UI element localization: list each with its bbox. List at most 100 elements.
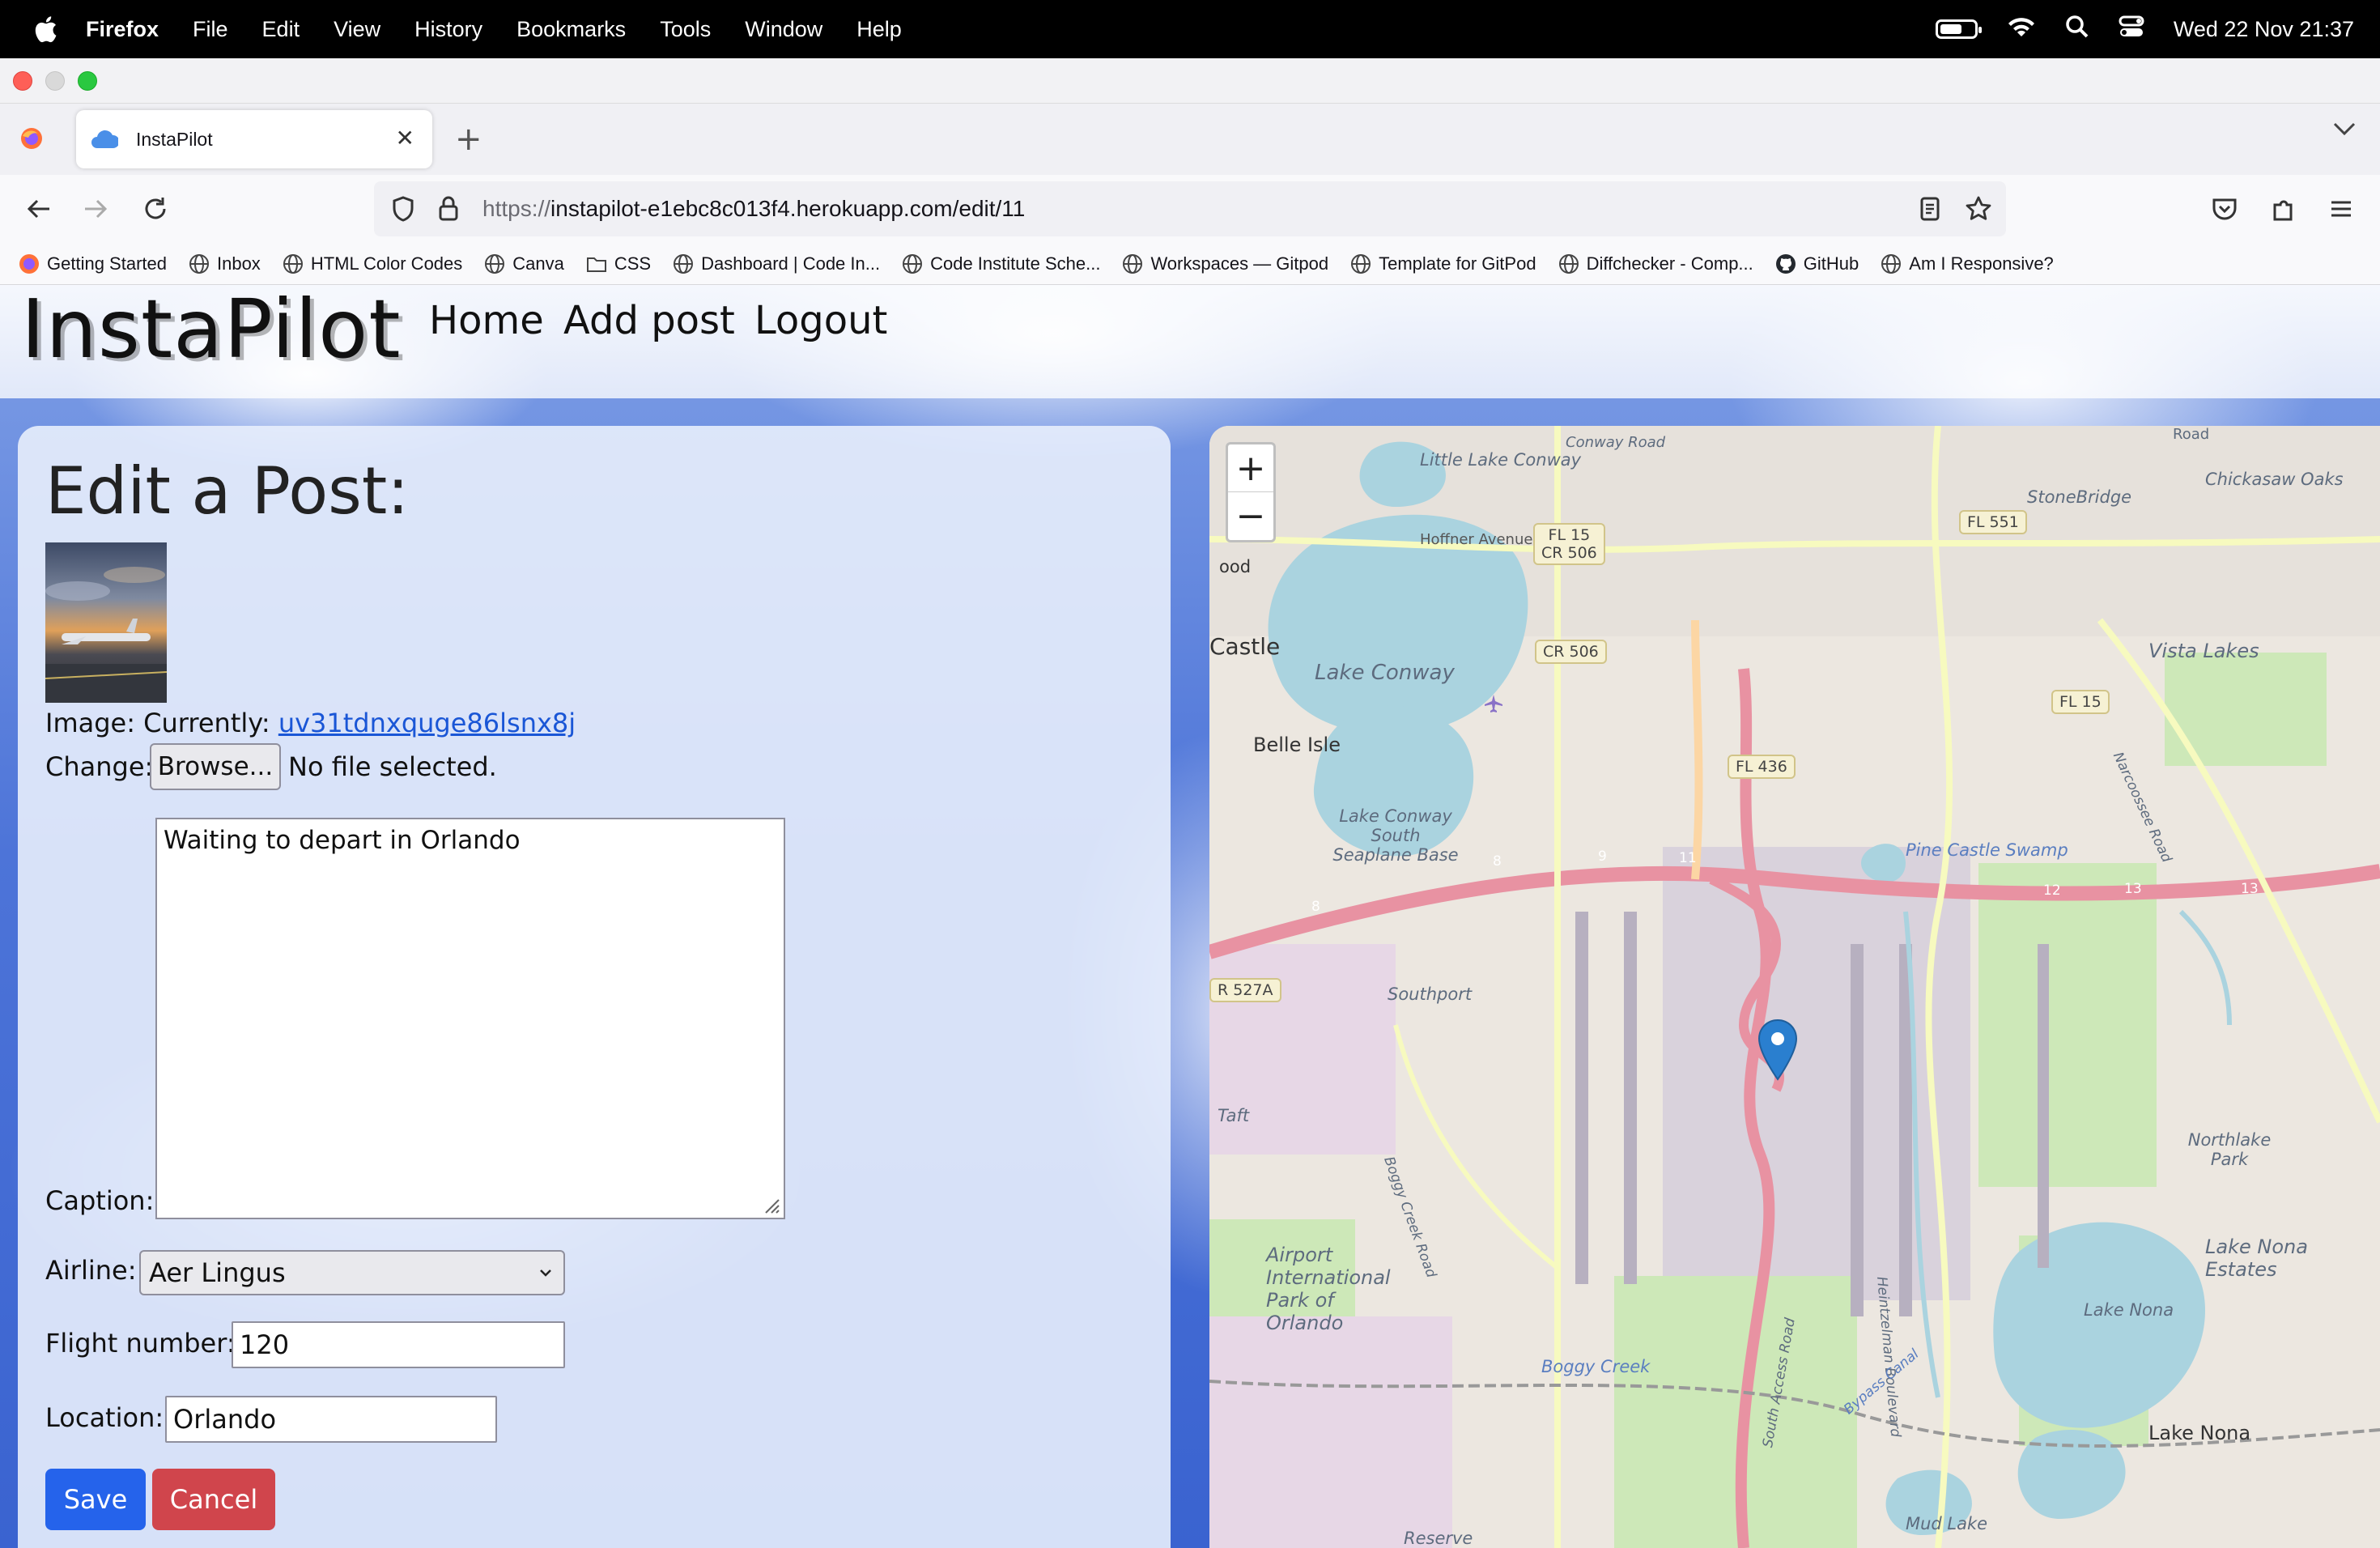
menu-help[interactable]: Help (856, 17, 902, 42)
close-window-button[interactable] (13, 71, 32, 91)
post-image-thumbnail[interactable] (45, 542, 167, 703)
cloud-favicon-icon (91, 130, 118, 148)
bookmark-label: CSS (614, 253, 652, 274)
bookmark-inbox[interactable]: Inbox (188, 253, 261, 275)
zoom-in-button[interactable]: + (1228, 444, 1273, 492)
save-button[interactable]: Save (45, 1469, 146, 1530)
battery-icon[interactable] (1935, 19, 1982, 39)
map-shield-cr506: CR 506 (1535, 640, 1607, 664)
pocket-icon[interactable] (2207, 191, 2242, 227)
firefox-view-icon[interactable] (19, 126, 44, 154)
bookmark-template-gitpod[interactable]: Template for GitPod (1349, 253, 1536, 275)
close-tab-icon[interactable]: ✕ (396, 126, 414, 151)
bookmark-folder-css[interactable]: CSS (585, 253, 651, 275)
page-viewport: InstaPilot Home Add post Logout Edit a P… (0, 285, 2380, 1548)
airline-selected-value: Aer Lingus (149, 1257, 286, 1288)
hamburger-menu-icon[interactable] (2323, 191, 2359, 227)
url-protocol: https:// (482, 196, 551, 221)
map-exit-8b: 8 (1311, 899, 1320, 915)
tab-instapilot[interactable]: InstaPilot ✕ (76, 110, 432, 168)
bookmark-star-icon[interactable] (1962, 193, 1995, 225)
globe-icon (1123, 253, 1143, 274)
menu-window[interactable]: Window (745, 17, 822, 42)
bookmark-am-i-responsive[interactable]: Am I Responsive? (1880, 253, 2054, 275)
nav-home[interactable]: Home (429, 298, 544, 343)
reader-view-icon[interactable] (1914, 193, 1946, 225)
bookmark-diffchecker[interactable]: Diffchecker - Comp... (1558, 253, 1753, 275)
back-arrow-icon[interactable] (21, 191, 57, 227)
map-shield-fl436: FL 436 (1728, 755, 1796, 779)
map-label-belle-isle: Belle Isle (1253, 734, 1341, 756)
map-zoom-control: + − (1226, 442, 1276, 542)
list-all-tabs-icon[interactable] (2333, 121, 2356, 139)
airline-label: Airline: (45, 1255, 137, 1286)
map-exit-9: 9 (1598, 848, 1607, 865)
bookmark-dashboard[interactable]: Dashboard | Code In... (672, 253, 880, 275)
cancel-button[interactable]: Cancel (152, 1469, 275, 1530)
globe-icon (283, 253, 303, 274)
globe-icon (189, 253, 209, 274)
minimize-window-button[interactable] (45, 71, 65, 91)
map-label-stonebridge: StoneBridge (2027, 487, 2132, 507)
menu-app-name[interactable]: Firefox (86, 17, 159, 42)
image-file-link[interactable]: uv31tdnxquge86lsnx8j (278, 708, 576, 738)
globe-icon (674, 253, 694, 274)
bookmark-getting-started[interactable]: Getting Started (18, 253, 167, 275)
menubar-datetime[interactable]: Wed 22 Nov 21:37 (2174, 17, 2354, 42)
map-label-castle: Castle (1209, 633, 1281, 660)
menu-history[interactable]: History (414, 17, 482, 42)
menu-bookmarks[interactable]: Bookmarks (516, 17, 626, 42)
bookmark-github[interactable]: GitHub (1774, 253, 1859, 275)
bookmark-canva[interactable]: Canva (483, 253, 564, 275)
browse-file-button[interactable]: Browse... (150, 743, 281, 790)
new-tab-button[interactable]: + (455, 118, 482, 160)
site-brand[interactable]: InstaPilot (21, 285, 402, 376)
reload-icon[interactable] (138, 191, 173, 227)
image-current-label: Image: Currently: (45, 708, 270, 738)
extensions-puzzle-icon[interactable] (2265, 191, 2301, 227)
location-map[interactable]: + − Little Lake Conway Conway Road Hoffn… (1209, 426, 2380, 1548)
map-shield-r527a: R 527A (1209, 978, 1281, 1002)
map-label-chickasaw: Chickasaw Oaks (2205, 470, 2344, 489)
airline-select[interactable]: Aer Lingus (139, 1250, 565, 1295)
folder-icon (586, 257, 606, 272)
bookmark-label: Dashboard | Code In... (701, 253, 881, 274)
location-input[interactable]: Orlando (165, 1396, 497, 1443)
tracking-protection-shield-icon[interactable] (387, 193, 419, 225)
bookmark-html-color-codes[interactable]: HTML Color Codes (282, 253, 462, 275)
map-exit-8: 8 (1493, 853, 1502, 870)
url-text[interactable]: https://instapilot-e1ebc8c013f4.herokuap… (482, 196, 1025, 222)
zoom-window-button[interactable] (78, 71, 97, 91)
map-label-reserve: Reserve (1404, 1529, 1473, 1548)
bookmark-label: Am I Responsive? (1909, 253, 2054, 274)
bookmark-code-institute[interactable]: Code Institute Sche... (901, 253, 1100, 275)
nav-add-post[interactable]: Add post (563, 298, 735, 343)
menu-view[interactable]: View (334, 17, 380, 42)
no-file-text: No file selected. (288, 751, 497, 782)
location-value: Orlando (173, 1404, 277, 1435)
address-bar[interactable]: https://instapilot-e1ebc8c013f4.herokuap… (374, 181, 2006, 236)
resize-grip-icon[interactable] (763, 1197, 780, 1214)
map-label-northlake-park: Northlake Park (2187, 1130, 2272, 1169)
location-marker-icon[interactable] (1757, 1019, 1799, 1083)
nav-logout[interactable]: Logout (754, 298, 887, 343)
macos-menubar: Firefox File Edit View History Bookmarks… (0, 0, 2380, 58)
bookmark-label: GitHub (1803, 253, 1859, 274)
lock-icon[interactable] (432, 193, 465, 225)
menu-edit[interactable]: Edit (262, 17, 300, 42)
control-center-icon[interactable] (2119, 15, 2144, 45)
flight-number-input[interactable]: 120 (232, 1321, 565, 1368)
spotlight-search-icon[interactable] (2065, 15, 2089, 45)
menu-tools[interactable]: Tools (660, 17, 711, 42)
forward-arrow-icon[interactable] (78, 191, 113, 227)
window-titlebar (0, 58, 2380, 104)
wifi-icon[interactable] (2007, 15, 2036, 45)
caption-textarea[interactable]: Waiting to depart in Orlando (155, 818, 785, 1219)
apple-icon[interactable] (29, 13, 62, 45)
globe-icon (903, 253, 923, 274)
map-exit-12: 12 (2043, 882, 2061, 899)
bookmark-workspaces-gitpod[interactable]: Workspaces — Gitpod (1121, 253, 1328, 275)
menu-file[interactable]: File (193, 17, 228, 42)
map-shield-fl551: FL 551 (1959, 510, 2027, 534)
zoom-out-button[interactable]: − (1228, 492, 1273, 540)
